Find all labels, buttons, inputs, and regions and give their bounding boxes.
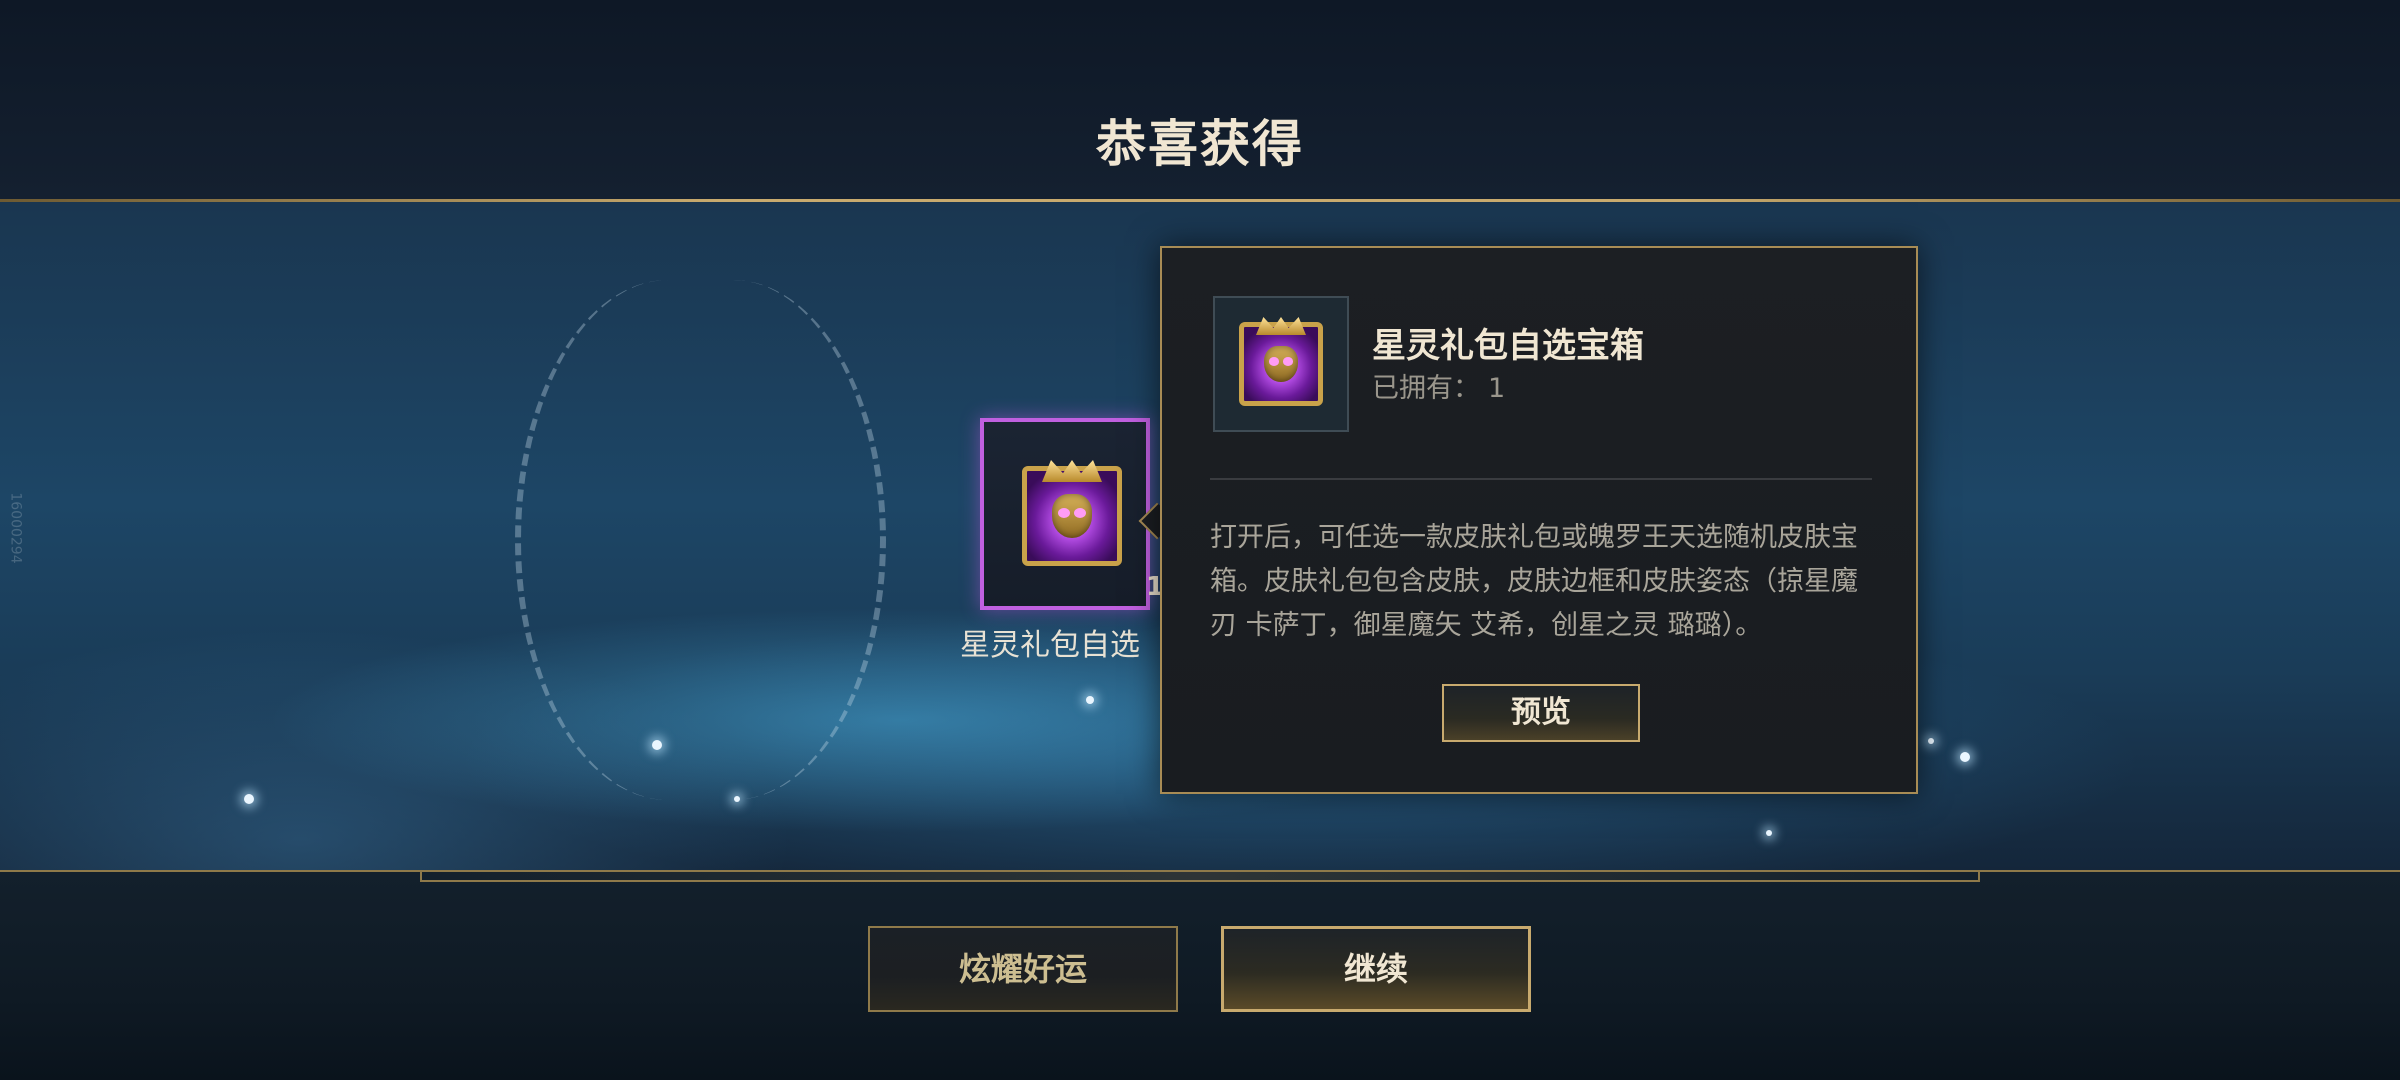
page-title: 恭喜获得 bbox=[1096, 115, 1304, 173]
reward-item-slot[interactable] bbox=[980, 418, 1150, 610]
footer-background bbox=[0, 872, 2400, 1080]
tooltip-owned-count: 已拥有： 1 bbox=[1372, 366, 1505, 405]
owned-label: 已拥有： bbox=[1372, 373, 1480, 404]
tooltip-description: 打开后，可任选一款皮肤礼包或魄罗王天选随机皮肤宝箱。皮肤礼包包含皮肤，皮肤边框和… bbox=[1210, 522, 1858, 641]
star-sparkle bbox=[1086, 696, 1094, 704]
tooltip-item-icon-frame bbox=[1213, 296, 1349, 432]
share-luck-button[interactable]: 炫耀好运 bbox=[868, 926, 1178, 1012]
build-id-watermark: 16000294 bbox=[7, 492, 24, 564]
star-guardian-chest-icon bbox=[1239, 316, 1323, 406]
tooltip-divider bbox=[1210, 478, 1872, 480]
header-divider bbox=[0, 199, 2400, 202]
preview-button[interactable]: 预览 bbox=[1442, 684, 1640, 742]
star-sparkle bbox=[244, 794, 254, 804]
star-sparkle bbox=[1766, 830, 1772, 836]
tooltip-item-name: 星灵礼包自选宝箱 bbox=[1372, 326, 1644, 366]
star-sparkle bbox=[1928, 738, 1934, 744]
continue-button[interactable]: 继续 bbox=[1221, 926, 1531, 1012]
star-sparkle bbox=[1960, 752, 1970, 762]
footer-divider-trim bbox=[420, 872, 1980, 882]
owned-value: 1 bbox=[1488, 373, 1506, 404]
item-tooltip: 星灵礼包自选宝箱 已拥有： 1 打开后，可任选一款皮肤礼包或魄罗王天选随机皮肤宝箱… bbox=[1160, 246, 1918, 794]
star-guardian-chest-icon bbox=[1022, 460, 1122, 566]
reward-item-name: 星灵礼包自选 bbox=[960, 628, 1140, 663]
dashed-arc-decoration bbox=[580, 280, 886, 800]
